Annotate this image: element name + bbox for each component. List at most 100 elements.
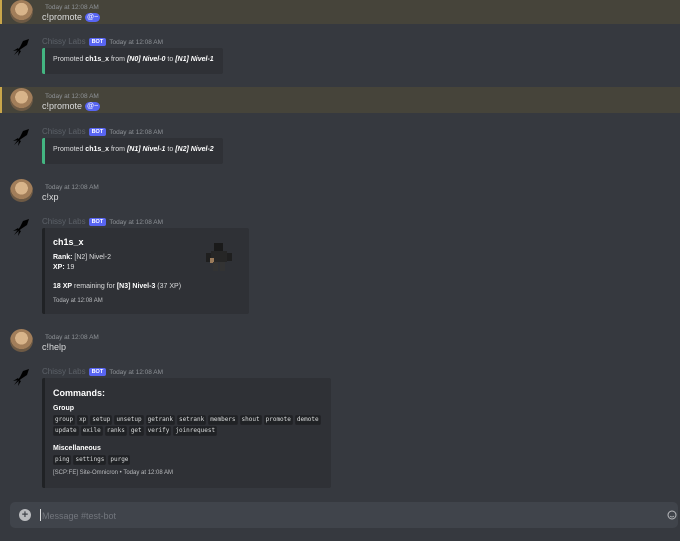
command-code: purge bbox=[108, 455, 131, 465]
group-commands-row-1: group xp setup unsetup getrank setrank members… bbox=[53, 415, 323, 425]
message-row: Chissy Labs BOT Today at 12:08 AM Promoted… bbox=[0, 124, 680, 168]
timestamp: Today at 12:08 AM bbox=[45, 184, 99, 191]
message-row: Chissy Labs BOT Today at 12:08 AM Promoted… bbox=[0, 34, 680, 78]
message-content: c!help bbox=[42, 342, 66, 352]
embed-footer: [SCP:FE] Site-Omnicron • Today at 12:08 … bbox=[53, 470, 174, 476]
command-code: members bbox=[208, 415, 238, 425]
command-code: exile bbox=[80, 426, 103, 436]
bot-tag: BOT bbox=[88, 368, 107, 376]
user-avatar[interactable] bbox=[10, 329, 33, 352]
command-code: get bbox=[128, 426, 144, 436]
message-text: c!promote bbox=[42, 12, 83, 22]
message-row: Today at 12:08 AM c!help bbox=[0, 327, 680, 355]
user-avatar[interactable] bbox=[10, 0, 33, 23]
next-rank: [N3] Nivel-3 bbox=[116, 283, 156, 290]
text-caret bbox=[40, 509, 41, 521]
emoji-icon[interactable] bbox=[667, 509, 677, 521]
group-commands-row-2: update exile ranks get verify joinrequest bbox=[53, 426, 219, 436]
command-code: shout bbox=[239, 415, 262, 425]
bot-tag: BOT bbox=[88, 38, 107, 46]
embed-footer: Today at 12:08 AM bbox=[53, 298, 103, 304]
message-row: Today at 12:08 AM c!promote @~ bbox=[0, 87, 680, 113]
bot-avatar[interactable] bbox=[10, 36, 33, 59]
message-row: Chissy Labs BOT Today at 12:08 AM Commands… bbox=[0, 364, 680, 492]
embed-description: Promoted ch1s_x from [N1] Nivel-1 to [N2… bbox=[53, 146, 214, 153]
avatar-thumbnail-icon bbox=[206, 243, 232, 271]
timestamp: Today at 12:08 AM bbox=[45, 334, 99, 341]
command-code: setup bbox=[90, 415, 113, 425]
embed-prefix: Promoted bbox=[53, 56, 86, 63]
timestamp: Today at 12:08 AM bbox=[45, 93, 99, 100]
message-header: Chissy Labs BOT Today at 12:08 AM bbox=[42, 126, 163, 136]
command-code: unsetup bbox=[114, 415, 144, 425]
message-header: Today at 12:08 AM bbox=[42, 181, 99, 191]
bot-avatar[interactable] bbox=[10, 126, 33, 149]
user-avatar[interactable] bbox=[10, 179, 33, 202]
embed-xp-line: XP: 19 bbox=[53, 264, 74, 271]
message-row: Today at 12:08 AM c!promote @~ bbox=[0, 0, 680, 24]
message-input[interactable] bbox=[40, 508, 644, 524]
message-content: c!promote @~ bbox=[42, 12, 101, 22]
rank-value: [N2] Nivel-2 bbox=[72, 254, 111, 261]
command-code: promote bbox=[263, 415, 293, 425]
command-code: xp bbox=[77, 415, 89, 425]
xp-value: 19 bbox=[64, 264, 75, 271]
group-title: Group bbox=[53, 405, 74, 412]
command-code: settings bbox=[73, 455, 107, 465]
bot-name[interactable]: Chissy Labs bbox=[42, 127, 86, 136]
message-header: Chissy Labs BOT Today at 12:08 AM bbox=[42, 36, 163, 46]
embed-to-word: to bbox=[165, 56, 176, 63]
mention-badge[interactable]: @~ bbox=[85, 102, 101, 111]
command-code: joinrequest bbox=[173, 426, 218, 436]
message-header: Today at 12:08 AM bbox=[42, 90, 99, 100]
embed-user: ch1s_x bbox=[85, 146, 110, 153]
user-avatar[interactable] bbox=[10, 88, 33, 111]
misc-title: Miscellaneous bbox=[53, 445, 101, 452]
bot-name[interactable]: Chissy Labs bbox=[42, 217, 86, 226]
bot-avatar[interactable] bbox=[10, 366, 33, 389]
command-code: ranks bbox=[104, 426, 127, 436]
message-header: Today at 12:08 AM bbox=[42, 1, 99, 11]
embed-remaining-line: 18 XP remaining for [N3] Nivel-3 (37 XP) bbox=[53, 283, 181, 290]
bot-avatar[interactable] bbox=[10, 216, 33, 239]
message-text: c!xp bbox=[42, 192, 59, 202]
command-code: update bbox=[53, 426, 79, 436]
embed-user: ch1s_x bbox=[85, 56, 110, 63]
embed-from-word: from bbox=[109, 146, 127, 153]
command-code: getrank bbox=[145, 415, 175, 425]
promote-embed: Promoted ch1s_x from [N0] Nivel-0 to [N1… bbox=[42, 48, 223, 74]
embed-to-word: to bbox=[165, 146, 176, 153]
bot-tag: BOT bbox=[88, 128, 107, 136]
bot-name[interactable]: Chissy Labs bbox=[42, 367, 86, 376]
remaining-text: remaining for bbox=[72, 283, 117, 290]
command-code: verify bbox=[145, 426, 172, 436]
command-code: setrank bbox=[176, 415, 207, 425]
embed-prefix: Promoted bbox=[53, 146, 86, 153]
embed-to-rank: [N2] Nivel-2 bbox=[175, 146, 214, 153]
embed-title: ch1s_x bbox=[53, 237, 84, 247]
message-input-bar: + bbox=[10, 502, 678, 528]
promote-embed: Promoted ch1s_x from [N1] Nivel-1 to [N2… bbox=[42, 138, 223, 164]
timestamp: Today at 12:08 AM bbox=[109, 219, 164, 226]
rocket-icon bbox=[13, 129, 29, 146]
plus-circle-icon[interactable]: + bbox=[19, 509, 31, 521]
message-content: c!xp bbox=[42, 192, 59, 202]
remaining-xp: 18 XP bbox=[53, 283, 73, 290]
message-header: Chissy Labs BOT Today at 12:08 AM bbox=[42, 216, 163, 226]
embed-description: Promoted ch1s_x from [N0] Nivel-0 to [N1… bbox=[53, 56, 214, 63]
message-header: Chissy Labs BOT Today at 12:08 AM bbox=[42, 366, 163, 376]
xp-label: XP: bbox=[53, 264, 65, 271]
command-code: ping bbox=[53, 455, 72, 465]
rocket-icon bbox=[13, 219, 29, 236]
rocket-icon bbox=[13, 39, 29, 56]
message-text: c!promote bbox=[42, 101, 83, 111]
bot-name[interactable]: Chissy Labs bbox=[42, 37, 86, 46]
timestamp: Today at 12:08 AM bbox=[45, 4, 99, 11]
next-xp: (37 XP) bbox=[155, 283, 182, 290]
message-row: Chissy Labs BOT Today at 12:08 AM ch1s_x R… bbox=[0, 214, 680, 318]
command-code: group bbox=[53, 415, 76, 425]
timestamp: Today at 12:08 AM bbox=[109, 129, 164, 136]
embed-to-rank: [N1] Nivel-1 bbox=[175, 56, 214, 63]
embed-from-rank: [N0] Nivel-0 bbox=[126, 56, 166, 63]
mention-badge[interactable]: @~ bbox=[85, 13, 101, 22]
